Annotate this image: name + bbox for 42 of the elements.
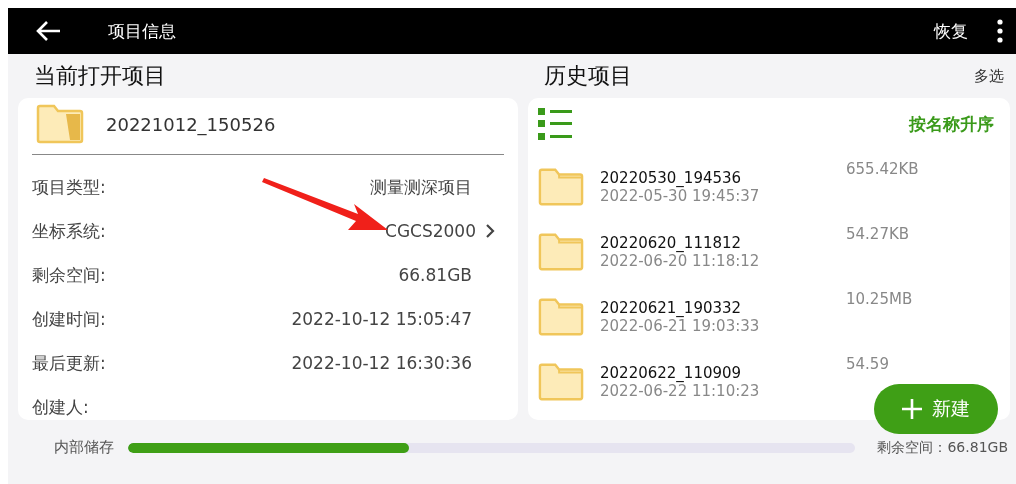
- field-label: 坐标系统:: [32, 219, 107, 243]
- field-label: 创建人:: [32, 395, 90, 419]
- section-heading: 当前打开项目: [34, 62, 166, 90]
- folder-icon: [538, 231, 584, 272]
- field-value: 2022-10-12 15:05:47: [291, 309, 472, 329]
- project-name: 20221012_150526: [106, 113, 276, 135]
- project-name[interactable]: 20220530_194536: [600, 168, 830, 187]
- project-size: 655.42KB: [846, 160, 919, 178]
- project-date: 2022-06-20 11:18:12: [600, 251, 761, 270]
- field-label: 项目类型:: [32, 175, 107, 199]
- project-date: 2022-06-21 19:03:33: [600, 316, 761, 335]
- project-name[interactable]: 20220621_190332: [600, 298, 830, 317]
- field-value: 测量测深项目: [370, 175, 472, 199]
- list-view-icon[interactable]: [538, 107, 572, 141]
- folder-icon: [36, 104, 84, 144]
- folder-icon: [538, 296, 584, 337]
- more-options-icon[interactable]: [996, 19, 1004, 43]
- sort-button[interactable]: 按名称升序: [909, 112, 994, 136]
- storage-label: 内部储存: [54, 438, 114, 457]
- back-arrow-icon[interactable]: [34, 19, 62, 43]
- field-label: 创建时间:: [32, 307, 107, 331]
- field-value: 2022-10-12 16:30:36: [291, 353, 472, 373]
- field-label: 剩余空间:: [32, 263, 107, 287]
- project-size: 54.59: [846, 355, 889, 373]
- section-heading: 历史项目: [544, 62, 632, 90]
- project-size: 10.25MB: [846, 290, 913, 308]
- folder-icon: [538, 166, 584, 207]
- project-date: 2022-05-30 19:45:37: [600, 186, 761, 205]
- multi-select-button[interactable]: 多选: [974, 66, 1004, 86]
- chevron-right-icon[interactable]: [484, 223, 496, 239]
- project-name[interactable]: 20220620_111812: [600, 233, 830, 252]
- project-name[interactable]: 20220622_110909: [600, 363, 830, 382]
- folder-icon: [538, 361, 584, 402]
- remaining-space: 剩余空间：66.81GB: [877, 438, 1008, 457]
- project-date: 2022-06-22 11:10:23: [600, 381, 761, 400]
- project-size: 54.27KB: [846, 225, 910, 243]
- field-value[interactable]: CGCS2000: [385, 221, 476, 241]
- field-value: 66.81GB: [398, 265, 472, 285]
- page-title: 项目信息: [108, 19, 177, 43]
- restore-button[interactable]: 恢复: [934, 19, 968, 43]
- plus-icon[interactable]: [902, 399, 922, 419]
- field-label: 最后更新:: [32, 351, 107, 375]
